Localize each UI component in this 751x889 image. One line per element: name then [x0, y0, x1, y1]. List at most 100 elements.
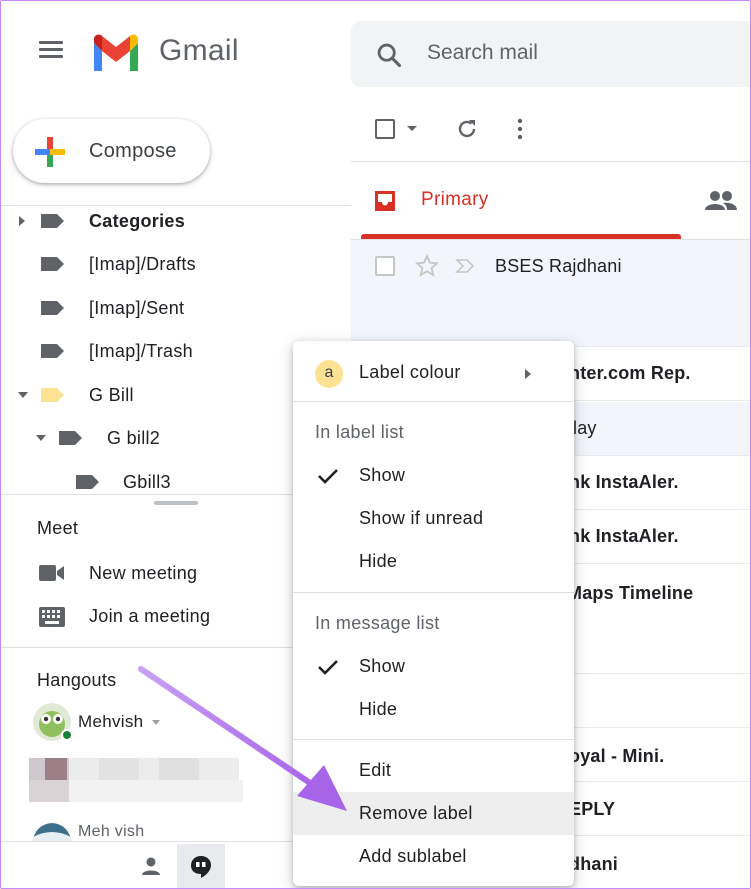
message-sender: lay — [573, 418, 597, 438]
menu-item-label-colour[interactable]: a Label colour — [293, 349, 574, 399]
menu-item-add-sublabel[interactable]: Add sublabel — [293, 835, 574, 878]
menu-item-label: Edit — [359, 760, 392, 780]
message-row[interactable]: BSES Rajdhani — [351, 240, 750, 347]
message-sender: EPLY — [569, 799, 616, 819]
label-name: [Imap]/Trash — [89, 341, 193, 361]
collapse-arrow-icon[interactable] — [18, 392, 28, 398]
label-tag-icon — [41, 301, 64, 315]
hangouts-user-name: Mehvish — [78, 712, 144, 731]
new-meeting-label: New meeting — [89, 563, 198, 583]
more-options-icon[interactable] — [516, 118, 524, 140]
label-name: Gbill3 — [123, 472, 171, 492]
menu-item-label: Show — [359, 656, 406, 676]
menu-item-label: Remove label — [359, 803, 473, 823]
toolbar-divider — [351, 161, 750, 162]
label-name: G bill2 — [107, 428, 161, 448]
blurred-contacts — [29, 758, 243, 802]
contact-name: Meh vish — [78, 823, 145, 840]
menu-item-label-list-hide[interactable]: Hide — [293, 540, 574, 583]
people-icon[interactable] — [701, 187, 741, 217]
tab-primary[interactable]: Primary — [361, 169, 681, 239]
label-name: [Imap]/Sent — [89, 298, 185, 318]
checkmark-icon — [318, 469, 338, 484]
label-tag-icon — [41, 344, 64, 358]
label-tag-icon — [41, 214, 64, 228]
main-menu-icon[interactable] — [39, 41, 63, 65]
label-tag-icon — [76, 475, 99, 489]
label-name: Categories — [89, 211, 186, 231]
message-sender: nter.com Rep. — [569, 363, 691, 383]
collapse-arrow-icon[interactable] — [36, 435, 46, 441]
search-input[interactable] — [427, 41, 727, 65]
label-tag-icon — [59, 431, 82, 445]
refresh-icon[interactable] — [455, 117, 479, 141]
menu-item-label: Show if unread — [359, 508, 484, 528]
select-dropdown-icon[interactable] — [407, 126, 417, 131]
top-header: Gmail — [1, 1, 750, 97]
meet-section-title: Meet — [37, 518, 79, 538]
label-name: [Imap]/Drafts — [89, 254, 196, 274]
online-status-icon — [61, 729, 73, 741]
label-categories[interactable]: Categories — [1, 201, 351, 241]
new-meeting-item[interactable]: New meeting — [1, 553, 291, 593]
message-checkbox[interactable] — [375, 256, 395, 276]
plus-icon — [35, 137, 65, 167]
resize-handle[interactable] — [154, 501, 198, 505]
status-dropdown-icon[interactable] — [152, 720, 160, 725]
message-sender: dhani — [569, 854, 618, 874]
hangouts-user-row[interactable]: Mehvish — [31, 701, 281, 741]
label-imap-sent[interactable]: [Imap]/Sent — [1, 288, 351, 328]
menu-item-edit[interactable]: Edit — [293, 749, 574, 792]
menu-item-message-list-show[interactable]: Show — [293, 645, 574, 688]
menu-item-label-list-show[interactable]: Show — [293, 454, 574, 497]
label-name: G Bill — [89, 385, 134, 405]
hangouts-contact-row[interactable]: Meh vish — [31, 819, 281, 843]
menu-item-message-list-hide[interactable]: Hide — [293, 688, 574, 731]
message-sender: BSES Rajdhani — [495, 256, 622, 276]
menu-divider — [293, 592, 574, 593]
join-meeting-label: Join a meeting — [89, 606, 211, 626]
hangouts-tab-active[interactable] — [177, 844, 225, 888]
gmail-brand-text: Gmail — [159, 34, 239, 67]
menu-divider — [293, 739, 574, 740]
menu-divider — [293, 401, 574, 402]
label-imap-drafts[interactable]: [Imap]/Drafts — [1, 244, 351, 284]
star-icon[interactable] — [415, 254, 439, 278]
join-meeting-item[interactable]: Join a meeting — [1, 596, 291, 636]
video-camera-icon — [39, 565, 64, 581]
compose-label: Compose — [89, 140, 177, 162]
message-toolbar — [351, 97, 750, 161]
menu-item-show-if-unread[interactable]: Show if unread — [293, 497, 574, 540]
gmail-logo-icon — [94, 34, 138, 71]
person-icon[interactable] — [141, 856, 161, 876]
search-icon[interactable] — [375, 41, 403, 69]
message-sender: nk InstaAler. — [569, 526, 679, 546]
label-context-menu: a Label colour In label list Show Show i… — [293, 341, 574, 886]
expand-arrow-icon[interactable] — [19, 216, 25, 226]
menu-heading-label-list: In label list — [315, 422, 404, 442]
menu-item-remove-label[interactable]: Remove label — [293, 792, 574, 835]
hangouts-icon — [191, 856, 211, 878]
tab-primary-label: Primary — [421, 189, 489, 210]
menu-heading-message-list: In message list — [315, 613, 440, 633]
message-sender: Maps Timeline — [567, 583, 694, 603]
search-bar[interactable] — [351, 21, 750, 87]
importance-marker-icon[interactable] — [455, 258, 477, 274]
menu-item-label: Hide — [359, 551, 398, 571]
label-colour-chip: a — [315, 360, 343, 388]
menu-item-label: Show — [359, 465, 406, 485]
menu-item-label: Hide — [359, 699, 398, 719]
inbox-icon — [375, 191, 395, 211]
checkmark-icon — [318, 660, 338, 675]
gmail-window: Gmail Compose Categories [Imap] — [0, 0, 751, 889]
message-sender: nk InstaAler. — [569, 472, 679, 492]
contact-avatar[interactable] — [33, 823, 71, 843]
menu-item-label: Label colour — [359, 362, 461, 382]
keyboard-icon — [39, 607, 65, 627]
select-all-checkbox[interactable] — [375, 119, 395, 139]
compose-button[interactable]: Compose — [13, 119, 210, 183]
label-tag-icon — [41, 388, 64, 402]
message-sender: oyal - Mini. — [569, 746, 665, 766]
menu-item-label: Add sublabel — [359, 846, 467, 866]
hangouts-section-title: Hangouts — [37, 670, 117, 690]
